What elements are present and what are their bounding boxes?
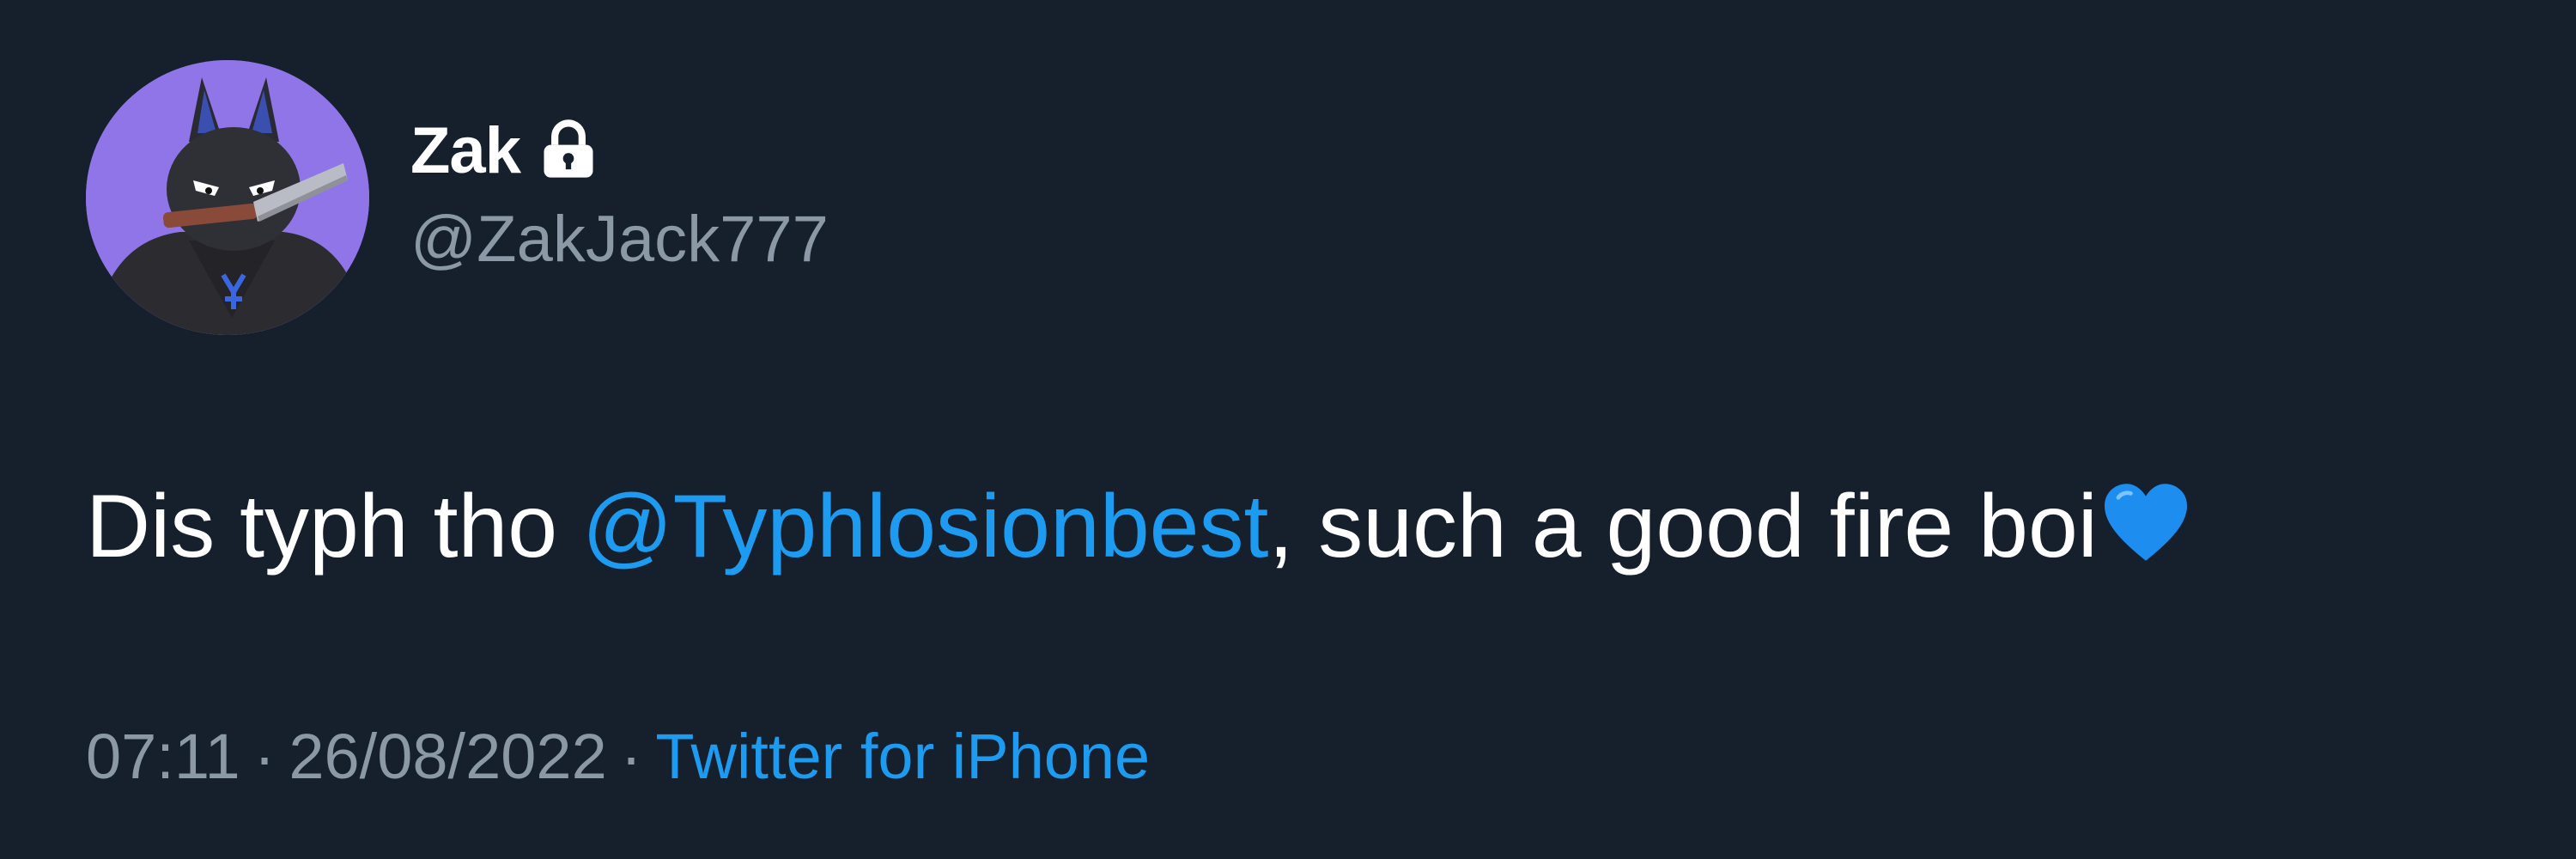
lock-icon	[536, 118, 601, 183]
avatar[interactable]	[86, 60, 369, 335]
tweet-meta: 07:11 · 26/08/2022 · Twitter for iPhone	[86, 720, 1150, 793]
name-row: Zak	[410, 107, 601, 193]
tweet-date[interactable]: 26/08/2022	[289, 721, 606, 792]
user-handle[interactable]: @ZakJack777	[410, 202, 829, 277]
mention-link[interactable]: @Typhlosionbest	[582, 477, 1268, 576]
tweet-text: Dis typh tho @Typhlosionbest, such a goo…	[86, 471, 2190, 582]
meta-separator: ·	[253, 721, 276, 792]
display-name[interactable]: Zak	[410, 113, 521, 188]
tweet-card: Zak @ZakJack777 Dis typh tho @Typhlosion…	[0, 0, 2576, 859]
blue-heart-icon	[2101, 481, 2190, 564]
tweet-text-before: Dis typh tho	[86, 477, 583, 576]
meta-separator: ·	[620, 721, 642, 792]
tweet-text-after: , such a good fire boi	[1268, 477, 2098, 576]
avatar-image	[86, 60, 369, 335]
tweet-source-link[interactable]: Twitter for iPhone	[655, 721, 1150, 792]
tweet-time[interactable]: 07:11	[86, 721, 240, 792]
